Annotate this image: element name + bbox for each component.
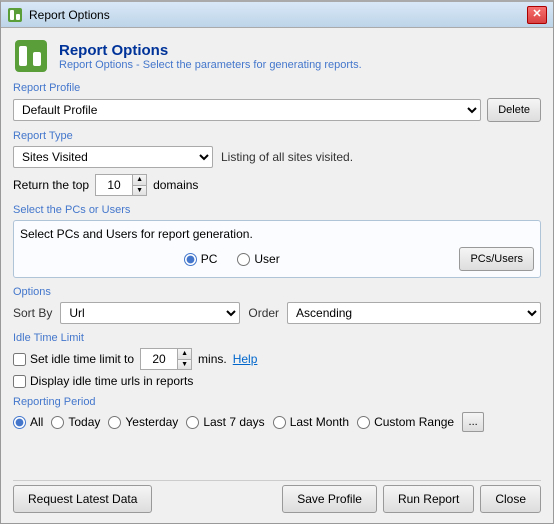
select-pcs-label: Select the PCs or Users <box>13 204 541 216</box>
profile-select[interactable]: Default Profile <box>13 99 481 121</box>
footer-row: Request Latest Data Save Profile Run Rep… <box>13 480 541 513</box>
top-row: Return the top ▲ ▼ domains <box>13 174 541 196</box>
period-ellipsis-button[interactable]: ... <box>462 412 484 432</box>
period-today-label[interactable]: Today <box>51 415 100 429</box>
header-title: Report Options <box>59 42 362 59</box>
pc-radio-text: PC <box>201 252 218 266</box>
period-all-radio[interactable] <box>13 416 26 429</box>
report-options-window: Report Options ✕ Report Options Report O… <box>0 0 554 524</box>
select-pcs-box: Select PCs and Users for report generati… <box>13 220 541 278</box>
period-all-label[interactable]: All <box>13 415 43 429</box>
idle-row-2: Display idle time urls in reports <box>13 374 541 388</box>
idle-checkbox-2-text: Display idle time urls in reports <box>30 374 193 388</box>
delete-button[interactable]: Delete <box>487 98 541 122</box>
header-subtitle: Report Options - Select the parameters f… <box>59 59 362 71</box>
period-today-radio[interactable] <box>51 416 64 429</box>
idle-spinner-up-button[interactable]: ▲ <box>178 349 191 360</box>
idle-value-input[interactable] <box>141 349 177 369</box>
reporting-period-label: Reporting Period <box>13 396 541 408</box>
period-yesterday-text: Yesterday <box>125 415 178 429</box>
period-custom-radio[interactable] <box>357 416 370 429</box>
report-type-select[interactable]: Sites Visited <box>13 146 213 168</box>
idle-checkbox-1-label[interactable]: Set idle time limit to <box>13 352 134 366</box>
idle-checkbox-1[interactable] <box>13 353 26 366</box>
report-type-label: Report Type <box>13 130 541 142</box>
title-bar: Report Options ✕ <box>1 2 553 28</box>
request-latest-data-button[interactable]: Request Latest Data <box>13 485 152 513</box>
spinner-up-button[interactable]: ▲ <box>133 175 146 186</box>
idle-time-section: Idle Time Limit Set idle time limit to ▲… <box>13 332 541 388</box>
period-lastmonth-text: Last Month <box>290 415 349 429</box>
top-spinner[interactable]: ▲ ▼ <box>95 174 147 196</box>
sort-by-select[interactable]: Url <box>60 302 240 324</box>
order-label: Order <box>248 306 279 320</box>
report-profile-row: Default Profile Delete <box>13 98 541 122</box>
user-radio-text: User <box>254 252 279 266</box>
domains-label: domains <box>153 178 198 192</box>
period-last7-label[interactable]: Last 7 days <box>186 415 264 429</box>
header-text-block: Report Options Report Options - Select t… <box>59 42 362 71</box>
period-custom-label[interactable]: Custom Range <box>357 415 454 429</box>
period-custom-text: Custom Range <box>374 415 454 429</box>
period-yesterday-label[interactable]: Yesterday <box>108 415 178 429</box>
idle-spinner-arrows: ▲ ▼ <box>177 349 191 369</box>
report-type-description: Listing of all sites visited. <box>221 150 353 164</box>
period-today-text: Today <box>68 415 100 429</box>
period-lastmonth-radio[interactable] <box>273 416 286 429</box>
period-lastmonth-label[interactable]: Last Month <box>273 415 349 429</box>
idle-checkbox-2-label[interactable]: Display idle time urls in reports <box>13 374 193 388</box>
sort-row: Sort By Url Order Ascending <box>13 302 541 324</box>
run-report-button[interactable]: Run Report <box>383 485 474 513</box>
return-top-label: Return the top <box>13 178 89 192</box>
top-value-input[interactable] <box>96 175 132 195</box>
window-icon <box>7 7 23 23</box>
report-profile-label: Report Profile <box>13 82 541 94</box>
idle-checkbox-1-text: Set idle time limit to <box>30 352 134 366</box>
mins-label: mins. <box>198 352 227 366</box>
idle-checkbox-2[interactable] <box>13 375 26 388</box>
period-all-text: All <box>30 415 43 429</box>
idle-time-label: Idle Time Limit <box>13 332 541 344</box>
user-radio-label[interactable]: User <box>237 252 279 266</box>
footer-right: Save Profile Run Report Close <box>282 485 541 513</box>
spinner-arrows: ▲ ▼ <box>132 175 146 195</box>
user-radio[interactable] <box>237 253 250 266</box>
report-profile-section: Report Profile Default Profile Delete <box>13 82 541 122</box>
content-area: Report Options Report Options - Select t… <box>1 28 553 523</box>
idle-spinner-down-button[interactable]: ▼ <box>178 360 191 370</box>
options-section: Options Sort By Url Order Ascending <box>13 286 541 324</box>
help-link[interactable]: Help <box>233 352 258 366</box>
sort-by-label: Sort By <box>13 306 52 320</box>
pc-users-row: PC User PCs/Users <box>20 247 534 271</box>
order-select[interactable]: Ascending <box>287 302 541 324</box>
report-type-row: Sites Visited Listing of all sites visit… <box>13 146 541 168</box>
period-last7-text: Last 7 days <box>203 415 264 429</box>
window-title: Report Options <box>29 8 527 22</box>
period-row: All Today Yesterday Last 7 days Last Mon… <box>13 412 541 432</box>
radio-group: PC User <box>20 252 443 266</box>
close-button[interactable]: Close <box>480 485 541 513</box>
header-icon <box>13 38 49 74</box>
save-profile-button[interactable]: Save Profile <box>282 485 377 513</box>
idle-spinner[interactable]: ▲ ▼ <box>140 348 192 370</box>
spinner-down-button[interactable]: ▼ <box>133 186 146 196</box>
pc-radio-label[interactable]: PC <box>184 252 218 266</box>
options-label: Options <box>13 286 541 298</box>
select-pcs-section: Select the PCs or Users Select PCs and U… <box>13 204 541 278</box>
window-close-button[interactable]: ✕ <box>527 6 547 24</box>
pc-radio[interactable] <box>184 253 197 266</box>
period-yesterday-radio[interactable] <box>108 416 121 429</box>
header-section: Report Options Report Options - Select t… <box>13 38 541 74</box>
pcs-users-button[interactable]: PCs/Users <box>459 247 534 271</box>
report-type-section: Report Type Sites Visited Listing of all… <box>13 130 541 196</box>
select-pcs-description: Select PCs and Users for report generati… <box>20 227 534 241</box>
reporting-period-section: Reporting Period All Today Yesterday Las… <box>13 396 541 432</box>
idle-row-1: Set idle time limit to ▲ ▼ mins. Help <box>13 348 541 370</box>
period-last7-radio[interactable] <box>186 416 199 429</box>
